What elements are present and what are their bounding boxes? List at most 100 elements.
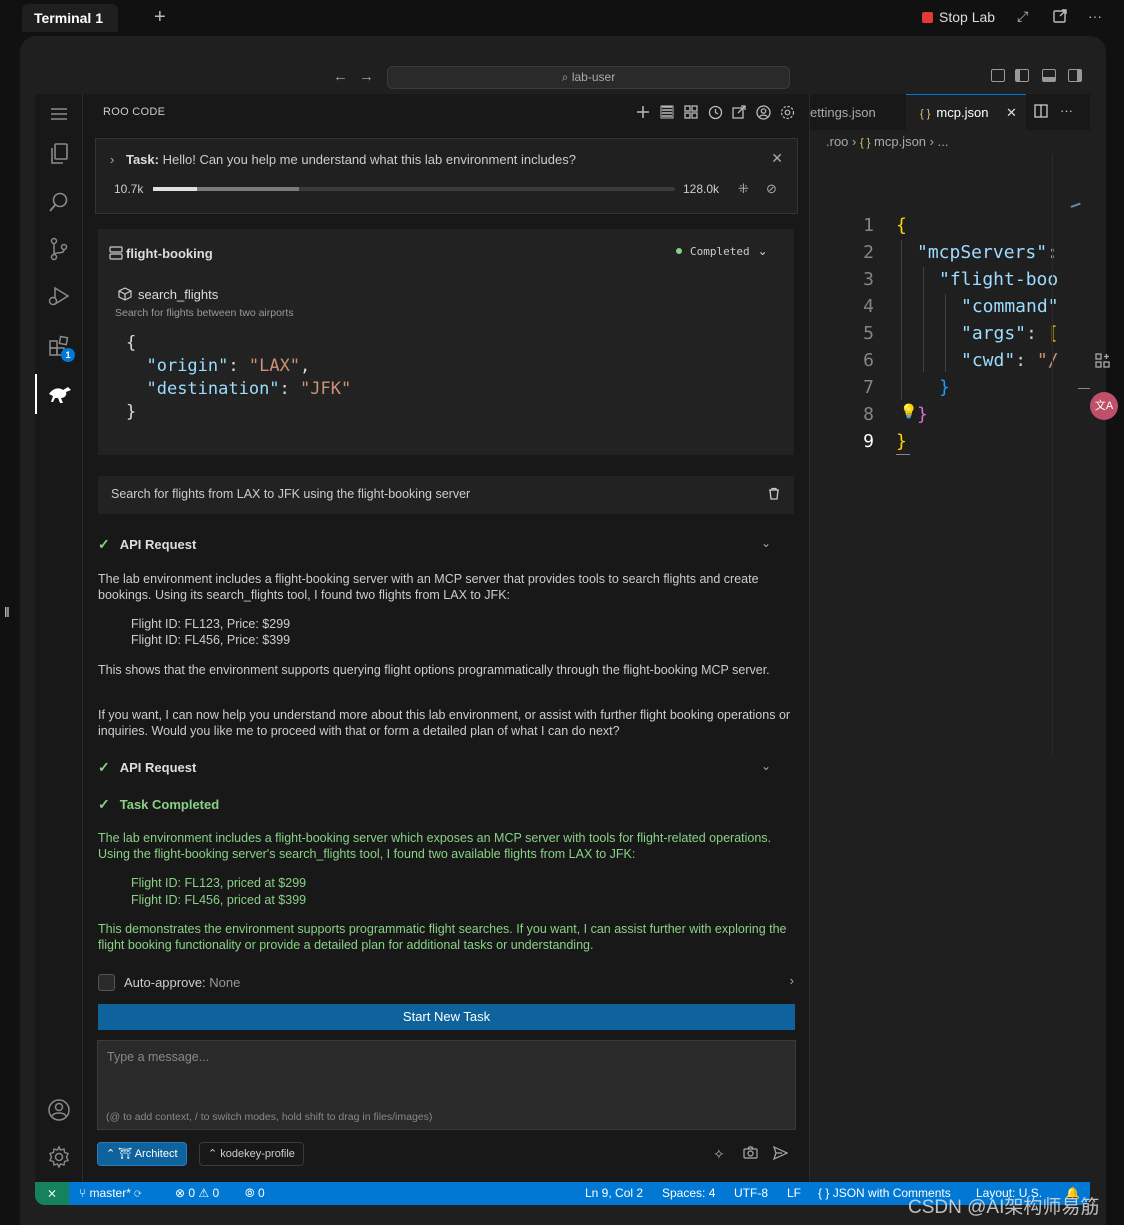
roo-code-icon[interactable] [35, 374, 83, 414]
prompts-icon[interactable] [658, 103, 676, 121]
indent-guide [945, 294, 946, 372]
json-file-icon: { } [818, 1186, 833, 1200]
breadcrumb-file[interactable]: mcp.json [874, 134, 926, 149]
menu-icon[interactable] [35, 94, 83, 134]
api-request-label: API Request [119, 537, 197, 552]
auto-approve-checkbox[interactable] [98, 974, 115, 991]
line-number: 5 [863, 323, 874, 344]
scroll-marker [1078, 388, 1090, 389]
back-button[interactable]: ← [333, 68, 348, 85]
search-icon[interactable] [35, 182, 83, 222]
auto-approve-row[interactable]: Auto-approve: None › [98, 972, 794, 994]
user-message: Search for flights from LAX to JFK using… [98, 476, 794, 514]
mcp-servers-icon[interactable] [682, 103, 700, 121]
api-request-row[interactable]: ✓ API Request [98, 759, 196, 776]
start-new-task-button[interactable]: Start New Task [98, 1004, 795, 1030]
send-icon[interactable] [772, 1145, 789, 1163]
customize-layout-icon[interactable] [991, 69, 1005, 82]
ports-indicator[interactable]: ⦾ 0 [245, 1186, 265, 1201]
toggle-primary-sidebar-icon[interactable] [1015, 69, 1029, 82]
breadcrumb-more[interactable]: ... [938, 134, 949, 149]
more-actions-icon[interactable]: ··· [1060, 103, 1073, 118]
editor-tabs: ettings.json { } mcp.json ✕ ··· [810, 94, 1090, 130]
line-number: 2 [863, 242, 874, 263]
json-value: "/ [1036, 350, 1059, 371]
source-control-icon[interactable] [35, 229, 83, 269]
account-icon[interactable] [754, 103, 772, 121]
remote-icon[interactable]: ⨯ [35, 1182, 69, 1205]
run-debug-icon[interactable] [35, 276, 83, 316]
indentation[interactable]: Spaces: 4 [662, 1186, 715, 1200]
camera-icon[interactable] [743, 1146, 758, 1162]
accounts-icon[interactable] [35, 1090, 83, 1130]
line-ending[interactable]: LF [787, 1186, 801, 1200]
code-line: } [917, 404, 928, 425]
message-input[interactable]: Type a message... (@ to add context, / t… [97, 1040, 796, 1130]
stop-lab-label: Stop Lab [939, 9, 996, 25]
close-tab-icon[interactable]: ✕ [1006, 105, 1017, 121]
cursor-position[interactable]: Ln 9, Col 2 [585, 1186, 643, 1200]
toggle-panel-icon[interactable] [1042, 69, 1056, 82]
branch-indicator[interactable]: ⑂ master* ⟳ [79, 1186, 141, 1200]
chevron-down-icon[interactable]: ⌄ [761, 536, 771, 550]
cursor-underline [896, 454, 910, 455]
line-number: 4 [863, 296, 874, 317]
new-task-icon[interactable] [634, 103, 652, 121]
forward-button[interactable]: → [359, 68, 374, 85]
command-center[interactable]: ⌕ lab-user [387, 66, 790, 89]
chevron-down-icon[interactable]: ⌄ [761, 759, 771, 773]
toggle-secondary-sidebar-icon[interactable] [1068, 69, 1082, 82]
encoding[interactable]: UTF-8 [734, 1186, 768, 1200]
settings-gear-icon[interactable] [35, 1137, 83, 1177]
open-external-icon[interactable] [1052, 8, 1068, 27]
split-editor-icon[interactable] [1034, 104, 1048, 121]
completion-text: This demonstrates the environment suppor… [98, 922, 787, 952]
vscode-window: ← → ⌕ lab-user 1 ROO CODE › Task: Hello!… [35, 60, 1090, 1205]
chevron-right-icon[interactable]: › [790, 973, 794, 988]
share-link-icon[interactable]: ⊘ [766, 181, 777, 197]
history-icon[interactable] [706, 103, 724, 121]
tab-mcp-json[interactable]: { } mcp.json ✕ [906, 94, 1026, 130]
popout-icon[interactable] [730, 103, 748, 121]
code-line: "flight-boo [939, 269, 1058, 290]
add-tab-button[interactable]: + [154, 6, 166, 29]
extensions-icon[interactable]: 1 [35, 326, 83, 366]
completion-flight: Flight ID: FL123, priced at $299 [131, 876, 307, 890]
line-number: 1 [863, 215, 874, 236]
mcp-status[interactable]: Completed ⌄ [676, 244, 768, 258]
arg-key: "origin" [146, 356, 229, 376]
server-icon [109, 246, 123, 263]
tab-settings-json[interactable]: ettings.json [810, 94, 906, 130]
expand-icon[interactable]: ⤢ [1017, 8, 1028, 25]
condense-icon[interactable]: ⁜ [738, 181, 749, 197]
api-request-row[interactable]: ✓ API Request [98, 536, 196, 553]
stop-lab-button[interactable]: Stop Lab [922, 9, 995, 25]
profile-selector[interactable]: ⌃ kodekey-profile [199, 1142, 304, 1166]
trash-icon[interactable] [768, 487, 780, 503]
terminal-tab[interactable]: Terminal 1 [22, 4, 118, 32]
resize-handle[interactable]: ‖ [4, 604, 10, 620]
line-number: 7 [863, 377, 874, 398]
panel-header: ROO CODE [83, 94, 810, 130]
task-title[interactable]: › Task: Hello! Can you help me understan… [110, 152, 576, 167]
json-key: "mcpServers" [917, 242, 1048, 263]
breadcrumb-folder[interactable]: .roo [826, 134, 848, 149]
task-text: Hello! Can you help me understand what t… [162, 152, 576, 167]
lightbulb-icon[interactable]: 💡 [900, 404, 917, 420]
command-center-label: lab-user [571, 70, 616, 84]
chevron-up-icon: ⌃ [106, 1148, 119, 1160]
settings-icon[interactable] [778, 103, 796, 121]
enhance-prompt-icon[interactable]: ✧ [713, 1146, 725, 1163]
response-text: This shows that the environment supports… [98, 663, 770, 677]
more-icon[interactable]: ··· [1088, 8, 1102, 24]
warning-count: 0 [212, 1186, 220, 1200]
close-task-icon[interactable]: ✕ [771, 150, 783, 167]
mode-selector[interactable]: ⌃ ⛩ Architect [97, 1142, 187, 1166]
task-chevron-icon: › [110, 152, 115, 167]
auto-approve-value: None [209, 975, 241, 990]
problems-indicator[interactable]: ⊗ 0 ⚠ 0 [175, 1186, 219, 1200]
explorer-icon[interactable] [35, 134, 83, 174]
task-header: › Task: Hello! Can you help me understan… [95, 138, 798, 214]
widget-icon[interactable] [1094, 352, 1112, 373]
translate-icon[interactable]: 文A [1090, 392, 1118, 420]
